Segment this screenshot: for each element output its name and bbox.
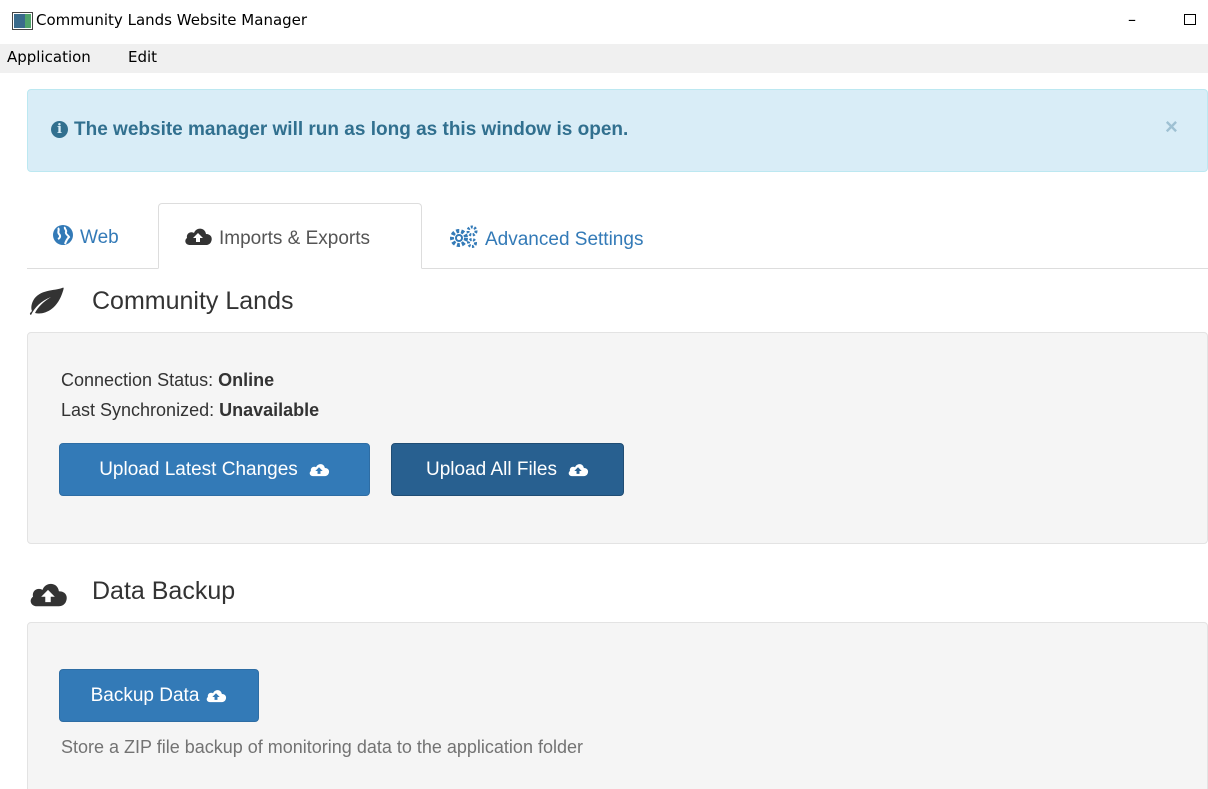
menu-bar: Application Edit bbox=[0, 44, 1208, 73]
cloud-upload-icon bbox=[30, 583, 67, 607]
last-synchronized-value: Unavailable bbox=[219, 400, 320, 420]
close-icon[interactable]: × bbox=[1165, 114, 1178, 140]
button-label: Upload All Files bbox=[426, 459, 557, 480]
tab-label: Imports & Exports bbox=[219, 228, 370, 249]
tab-web[interactable]: Web bbox=[27, 203, 158, 269]
alert-message: The website manager will run as long as … bbox=[74, 119, 629, 140]
info-alert: i The website manager will run as long a… bbox=[27, 89, 1208, 172]
menu-edit[interactable]: Edit bbox=[128, 48, 157, 66]
maximize-button[interactable] bbox=[1184, 14, 1196, 25]
community-lands-title: Community Lands bbox=[92, 287, 294, 315]
connection-status: Connection Status: Online bbox=[61, 370, 274, 391]
last-synchronized-label: Last Synchronized: bbox=[61, 400, 215, 420]
cloud-upload-icon bbox=[207, 690, 227, 703]
connection-status-label: Connection Status: bbox=[61, 370, 214, 390]
leaf-icon bbox=[29, 287, 64, 315]
backup-data-button[interactable]: Backup Data bbox=[59, 669, 259, 722]
title-bar: Community Lands Website Manager – bbox=[0, 0, 1208, 44]
backup-help-text: Store a ZIP file backup of monitoring da… bbox=[61, 737, 583, 757]
cloud-upload-icon bbox=[568, 464, 589, 477]
button-label: Backup Data bbox=[90, 685, 200, 706]
data-backup-title: Data Backup bbox=[92, 577, 236, 605]
button-label: Upload Latest Changes bbox=[99, 459, 298, 480]
cloud-upload-icon bbox=[309, 464, 329, 477]
tab-bar: Web Imports & Exports Advanced Settings bbox=[27, 203, 1208, 269]
cogs-icon bbox=[450, 225, 478, 248]
tab-label: Advanced Settings bbox=[485, 229, 644, 250]
data-backup-panel: Backup Data Store a ZIP file backup of m… bbox=[27, 622, 1208, 789]
tab-advanced-settings[interactable]: Advanced Settings bbox=[422, 203, 682, 269]
cloud-upload-icon bbox=[185, 228, 212, 245]
upload-all-files-button[interactable]: Upload All Files bbox=[391, 443, 624, 496]
globe-icon bbox=[53, 225, 73, 245]
last-synchronized: Last Synchronized: Unavailable bbox=[61, 400, 319, 421]
tab-label: Web bbox=[80, 227, 119, 248]
window-title: Community Lands Website Manager bbox=[36, 11, 308, 29]
tab-imports-exports[interactable]: Imports & Exports bbox=[158, 203, 422, 269]
connection-status-value: Online bbox=[218, 370, 275, 390]
app-icon bbox=[12, 12, 33, 30]
menu-application[interactable]: Application bbox=[7, 48, 91, 66]
minimize-button[interactable]: – bbox=[1120, 8, 1144, 32]
community-lands-panel: Connection Status: Online Last Synchroni… bbox=[27, 332, 1208, 544]
info-circle-icon: i bbox=[51, 121, 68, 138]
upload-latest-changes-button[interactable]: Upload Latest Changes bbox=[59, 443, 370, 496]
